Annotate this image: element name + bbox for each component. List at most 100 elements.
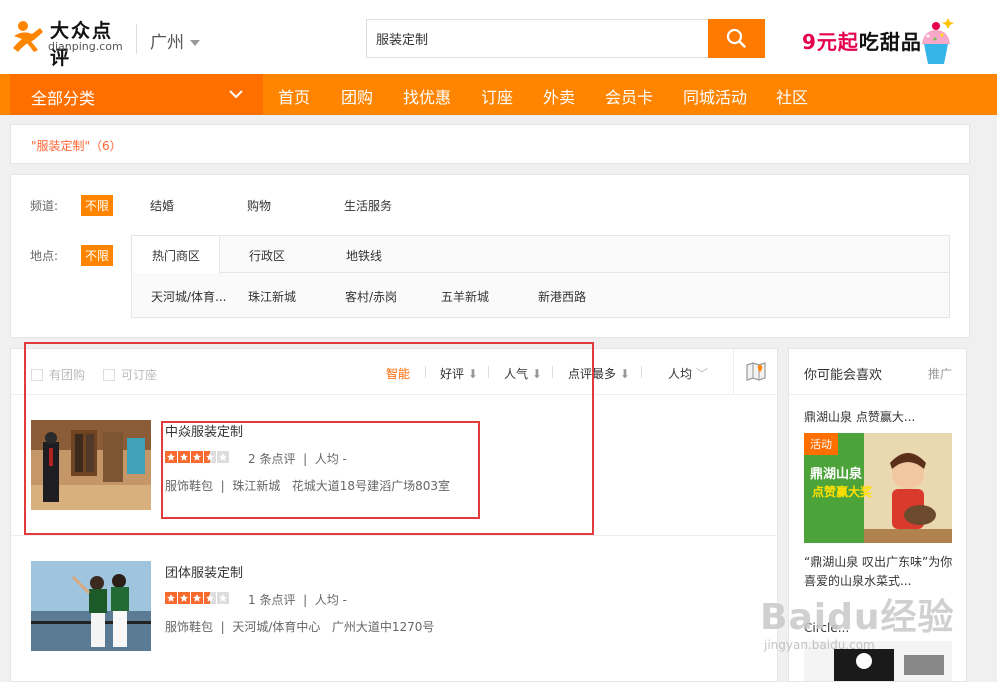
recommend-ad-image[interactable]: 活动 鼎湖山泉 点赞赢大奖 xyxy=(804,433,952,543)
search-result-count[interactable]: "服装定制"（6） xyxy=(31,137,122,154)
nav-community[interactable]: 社区 xyxy=(776,84,808,108)
sidebar-divider xyxy=(789,394,966,395)
shop-photo[interactable] xyxy=(31,420,151,510)
area-option-zhujiang[interactable]: 珠江新城 xyxy=(248,288,296,305)
empty-star-icon xyxy=(217,592,229,604)
checkbox-icon xyxy=(31,369,43,381)
channel-option-life-services[interactable]: 生活服务 xyxy=(344,197,392,214)
shop-name-link[interactable]: 团体服装定制 xyxy=(165,562,243,581)
shop-photo-image xyxy=(31,561,151,651)
search-button[interactable] xyxy=(708,19,765,58)
ad-badge: 活动 xyxy=(804,433,838,455)
baidu-watermark: Baidu经验 jingyan.baidu.com xyxy=(760,588,990,658)
nav-groupbuy[interactable]: 团购 xyxy=(341,84,373,108)
city-label: 广州 xyxy=(150,33,184,53)
sort-smart[interactable]: 智能 xyxy=(386,365,410,382)
star-icon xyxy=(191,592,203,604)
shop-meta: 1 条点评 | 人均 - xyxy=(248,593,347,607)
channel-option-wedding[interactable]: 结婚 xyxy=(150,197,174,214)
half-star-icon xyxy=(204,592,216,604)
all-categories-button[interactable]: 全部分类 xyxy=(10,74,263,115)
arrow-down-icon: ⬇ xyxy=(467,367,478,381)
sort-rating[interactable]: 好评 ⬇ xyxy=(440,365,478,382)
channel-label: 频道: xyxy=(30,199,59,213)
sort-most-reviews[interactable]: 点评最多 ⬇ xyxy=(568,365,630,382)
nav-membership[interactable]: 会员卡 xyxy=(605,84,653,108)
star-rating xyxy=(165,451,230,466)
avg-price: 人均 - xyxy=(314,593,347,607)
promo-banner[interactable]: 9元起吃甜品 xyxy=(798,12,958,66)
breadcrumb: "服装定制"（6） xyxy=(10,124,970,164)
nav-reservation[interactable]: 订座 xyxy=(481,84,513,108)
category-link[interactable]: 服饰鞋包 xyxy=(165,620,213,634)
shop-photo[interactable] xyxy=(31,561,151,651)
channel-any-tag[interactable]: 不限 xyxy=(81,195,114,216)
half-star-icon xyxy=(204,451,216,463)
watermark-text: Baidu经验 xyxy=(760,597,955,638)
nav-takeout[interactable]: 外卖 xyxy=(543,84,575,108)
tab-metro-lines[interactable]: 地铁线 xyxy=(346,236,382,272)
sort-avg-price[interactable]: 人均 ﹀ xyxy=(668,365,708,382)
review-count-link[interactable]: 2 条点评 xyxy=(248,452,295,466)
area-option-wuyang[interactable]: 五羊新城 xyxy=(441,288,489,305)
map-icon xyxy=(746,362,766,381)
channel-option-shopping[interactable]: 购物 xyxy=(247,197,271,214)
arrow-down-icon: ⬇ xyxy=(619,367,630,381)
shop-list-item[interactable]: 团体服装定制 1 条点评 | 人均 - 服饰鞋包 | 天河城/体育中心 广州大道… xyxy=(11,536,777,676)
sort-separator xyxy=(552,366,553,378)
sort-label: 人均 xyxy=(668,367,693,381)
review-count-link[interactable]: 1 条点评 xyxy=(248,593,295,607)
filter-panel: 频道: 不限 结婚 购物 生活服务 地点: 不限 热门商区 行政区 地铁线 天河… xyxy=(10,174,970,338)
watermark-url: jingyan.baidu.com xyxy=(764,638,875,652)
results-list: 有团购 可订座 智能 好评 ⬇ 人气 ⬇ 点评最多 ⬇ 人均 ﹀ 中焱服装定制 … xyxy=(10,348,778,682)
area-option-xingangxi[interactable]: 新港西路 xyxy=(538,288,586,305)
street-address: 花城大道18号建滔广场803室 xyxy=(291,479,450,493)
search-box xyxy=(366,19,709,58)
tab-admin-districts[interactable]: 行政区 xyxy=(249,236,285,272)
district-link[interactable]: 天河城/体育中心 xyxy=(232,620,320,634)
filter-has-groupbuy[interactable]: 有团购 xyxy=(31,366,85,383)
sidebar-title: 你可能会喜欢 xyxy=(804,368,883,383)
city-selector[interactable]: 广州 xyxy=(150,28,200,53)
nav-deals[interactable]: 找优惠 xyxy=(403,84,451,108)
checkbox-label: 有团购 xyxy=(49,368,86,382)
cupcake-icon xyxy=(922,18,954,64)
sort-label: 好评 xyxy=(440,367,465,381)
star-icon xyxy=(165,451,177,463)
all-categories-label: 全部分类 xyxy=(31,89,96,108)
chevron-down-icon: ﹀ xyxy=(695,367,708,381)
shop-name-link[interactable]: 中焱服装定制 xyxy=(165,421,243,440)
arrow-down-icon: ⬇ xyxy=(531,367,542,381)
filter-can-reserve[interactable]: 可订座 xyxy=(103,366,157,383)
star-rating xyxy=(165,592,230,607)
area-option-tianhecheng[interactable]: 天河城/体育... xyxy=(151,288,227,305)
star-icon xyxy=(165,592,177,604)
tab-hot-districts[interactable]: 热门商区 xyxy=(131,236,220,273)
dianping-logo[interactable]: 大众点评 dianping.com xyxy=(10,16,128,69)
sort-popularity[interactable]: 人气 ⬇ xyxy=(504,365,542,382)
search-input[interactable] xyxy=(367,20,708,57)
sort-separator xyxy=(425,366,426,378)
recommend-description[interactable]: “鼎湖山泉 叹出广东味”为你喜爱的山泉水菜式... xyxy=(804,553,954,591)
recommend-item-title[interactable]: 鼎湖山泉 点赞赢大... xyxy=(804,408,915,425)
area-option-kecun[interactable]: 客村/赤岗 xyxy=(345,288,397,305)
sidebar-promo-link[interactable]: 推广 xyxy=(928,365,952,382)
promo-prefix: 9元起 xyxy=(802,30,859,54)
map-view-button[interactable] xyxy=(733,349,778,394)
star-icon xyxy=(178,592,190,604)
area-any-tag[interactable]: 不限 xyxy=(81,245,114,266)
ad-headline: 鼎湖山泉 xyxy=(810,467,863,482)
category-link[interactable]: 服饰鞋包 xyxy=(165,479,213,493)
shop-list-item[interactable]: 中焱服装定制 2 条点评 | 人均 - 服饰鞋包 | 珠江新城 花城大道18号建… xyxy=(11,395,777,535)
star-icon xyxy=(191,451,203,463)
checkbox-label: 可订座 xyxy=(121,368,158,382)
search-icon xyxy=(726,28,746,48)
sort-separator xyxy=(641,366,642,378)
nav-home[interactable]: 首页 xyxy=(278,84,310,108)
area-label: 地点: xyxy=(30,249,59,263)
chevron-down-icon xyxy=(190,40,200,46)
sort-label: 点评最多 xyxy=(568,367,617,381)
chevron-down-icon xyxy=(229,90,243,99)
nav-local-events[interactable]: 同城活动 xyxy=(683,84,747,108)
district-link[interactable]: 珠江新城 xyxy=(232,479,280,493)
